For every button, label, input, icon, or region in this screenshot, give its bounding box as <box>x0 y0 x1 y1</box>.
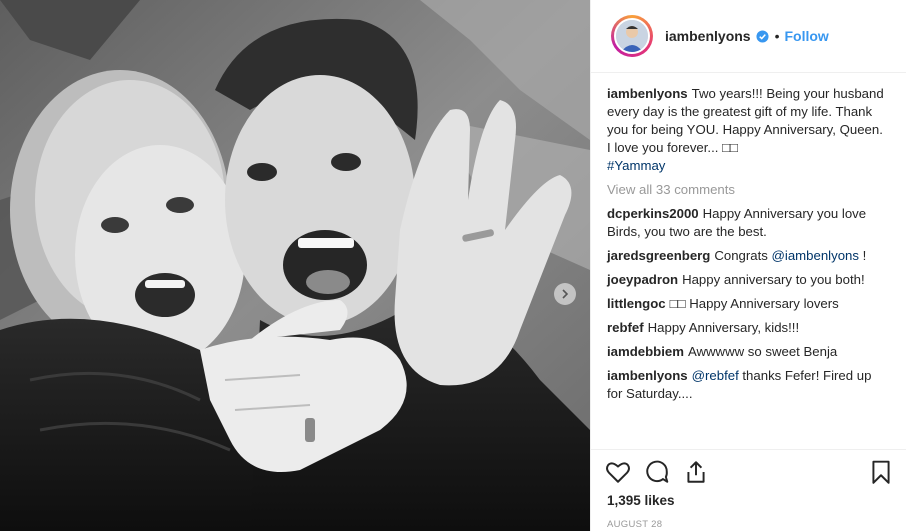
bookmark-icon[interactable] <box>868 459 894 485</box>
post-header: iambenlyons • Follow <box>591 0 906 73</box>
instagram-post: iambenlyons • Follow iambenlyons Two year… <box>0 0 906 531</box>
caption: iambenlyons Two years!!! Being your husba… <box>607 85 890 175</box>
comment-text-end: ! <box>858 248 867 263</box>
comment-username[interactable]: dcperkins2000 <box>607 206 699 221</box>
post-photo[interactable] <box>0 0 590 531</box>
post-photo-image <box>0 0 590 531</box>
comment-mention[interactable]: @iambenlyons <box>772 248 859 263</box>
action-bar <box>591 449 906 493</box>
comment-item: joeypadron Happy anniversary to you both! <box>607 271 890 289</box>
comment-text: Congrats <box>714 248 772 263</box>
carousel-next-button[interactable] <box>554 283 576 305</box>
separator-dot: • <box>774 28 780 44</box>
avatar[interactable] <box>614 18 650 54</box>
comment-username[interactable]: jaredsgreenberg <box>607 248 710 263</box>
chevron-right-icon <box>562 289 569 299</box>
comment-item: iambenlyons @rebfef thanks Fefer! Fired u… <box>607 367 890 403</box>
comment-item: jaredsgreenberg Congrats @iambenlyons ! <box>607 247 890 265</box>
verified-badge-icon <box>756 29 769 43</box>
comment-text: □□ Happy Anniversary lovers <box>669 296 839 311</box>
comment-text: Happy Anniversary, kids!!! <box>647 320 800 335</box>
comment-username[interactable]: rebfef <box>607 320 644 335</box>
comment-mention[interactable]: @rebfef <box>692 368 739 383</box>
comments-section: iambenlyons Two years!!! Being your husba… <box>591 73 906 403</box>
comment-username[interactable]: iamdebbiem <box>607 344 684 359</box>
comment-item: littlengoc □□ Happy Anniversary lovers <box>607 295 890 313</box>
avatar-story-ring[interactable] <box>611 15 653 57</box>
author-username[interactable]: iambenlyons <box>665 28 751 44</box>
comment-username[interactable]: littlengoc <box>607 296 666 311</box>
heart-icon[interactable] <box>605 459 631 485</box>
comment-item: rebfef Happy Anniversary, kids!!! <box>607 319 890 337</box>
post-date[interactable]: AUGUST 28 <box>607 519 662 530</box>
comment-text: Happy anniversary to you both! <box>682 272 865 287</box>
post-sidebar: iambenlyons • Follow iambenlyons Two year… <box>590 0 906 531</box>
share-icon[interactable] <box>683 459 709 485</box>
comment-item: dcperkins2000 Happy Anniversary you love … <box>607 205 890 241</box>
caption-username[interactable]: iambenlyons <box>607 86 688 101</box>
comment-item: iamdebbiem Awwwww so sweet Benja <box>607 343 890 361</box>
caption-hashtag[interactable]: #Yammay <box>607 158 665 173</box>
avatar-image <box>616 20 648 52</box>
comment-icon[interactable] <box>644 459 670 485</box>
follow-button[interactable]: Follow <box>785 28 829 44</box>
likes-count[interactable]: 1,395 likes <box>607 493 675 508</box>
comment-username[interactable]: joeypadron <box>607 272 678 287</box>
comment-username[interactable]: iambenlyons <box>607 368 688 383</box>
comment-text: Awwwww so sweet Benja <box>687 344 838 359</box>
view-all-comments-link[interactable]: View all 33 comments <box>607 181 890 199</box>
